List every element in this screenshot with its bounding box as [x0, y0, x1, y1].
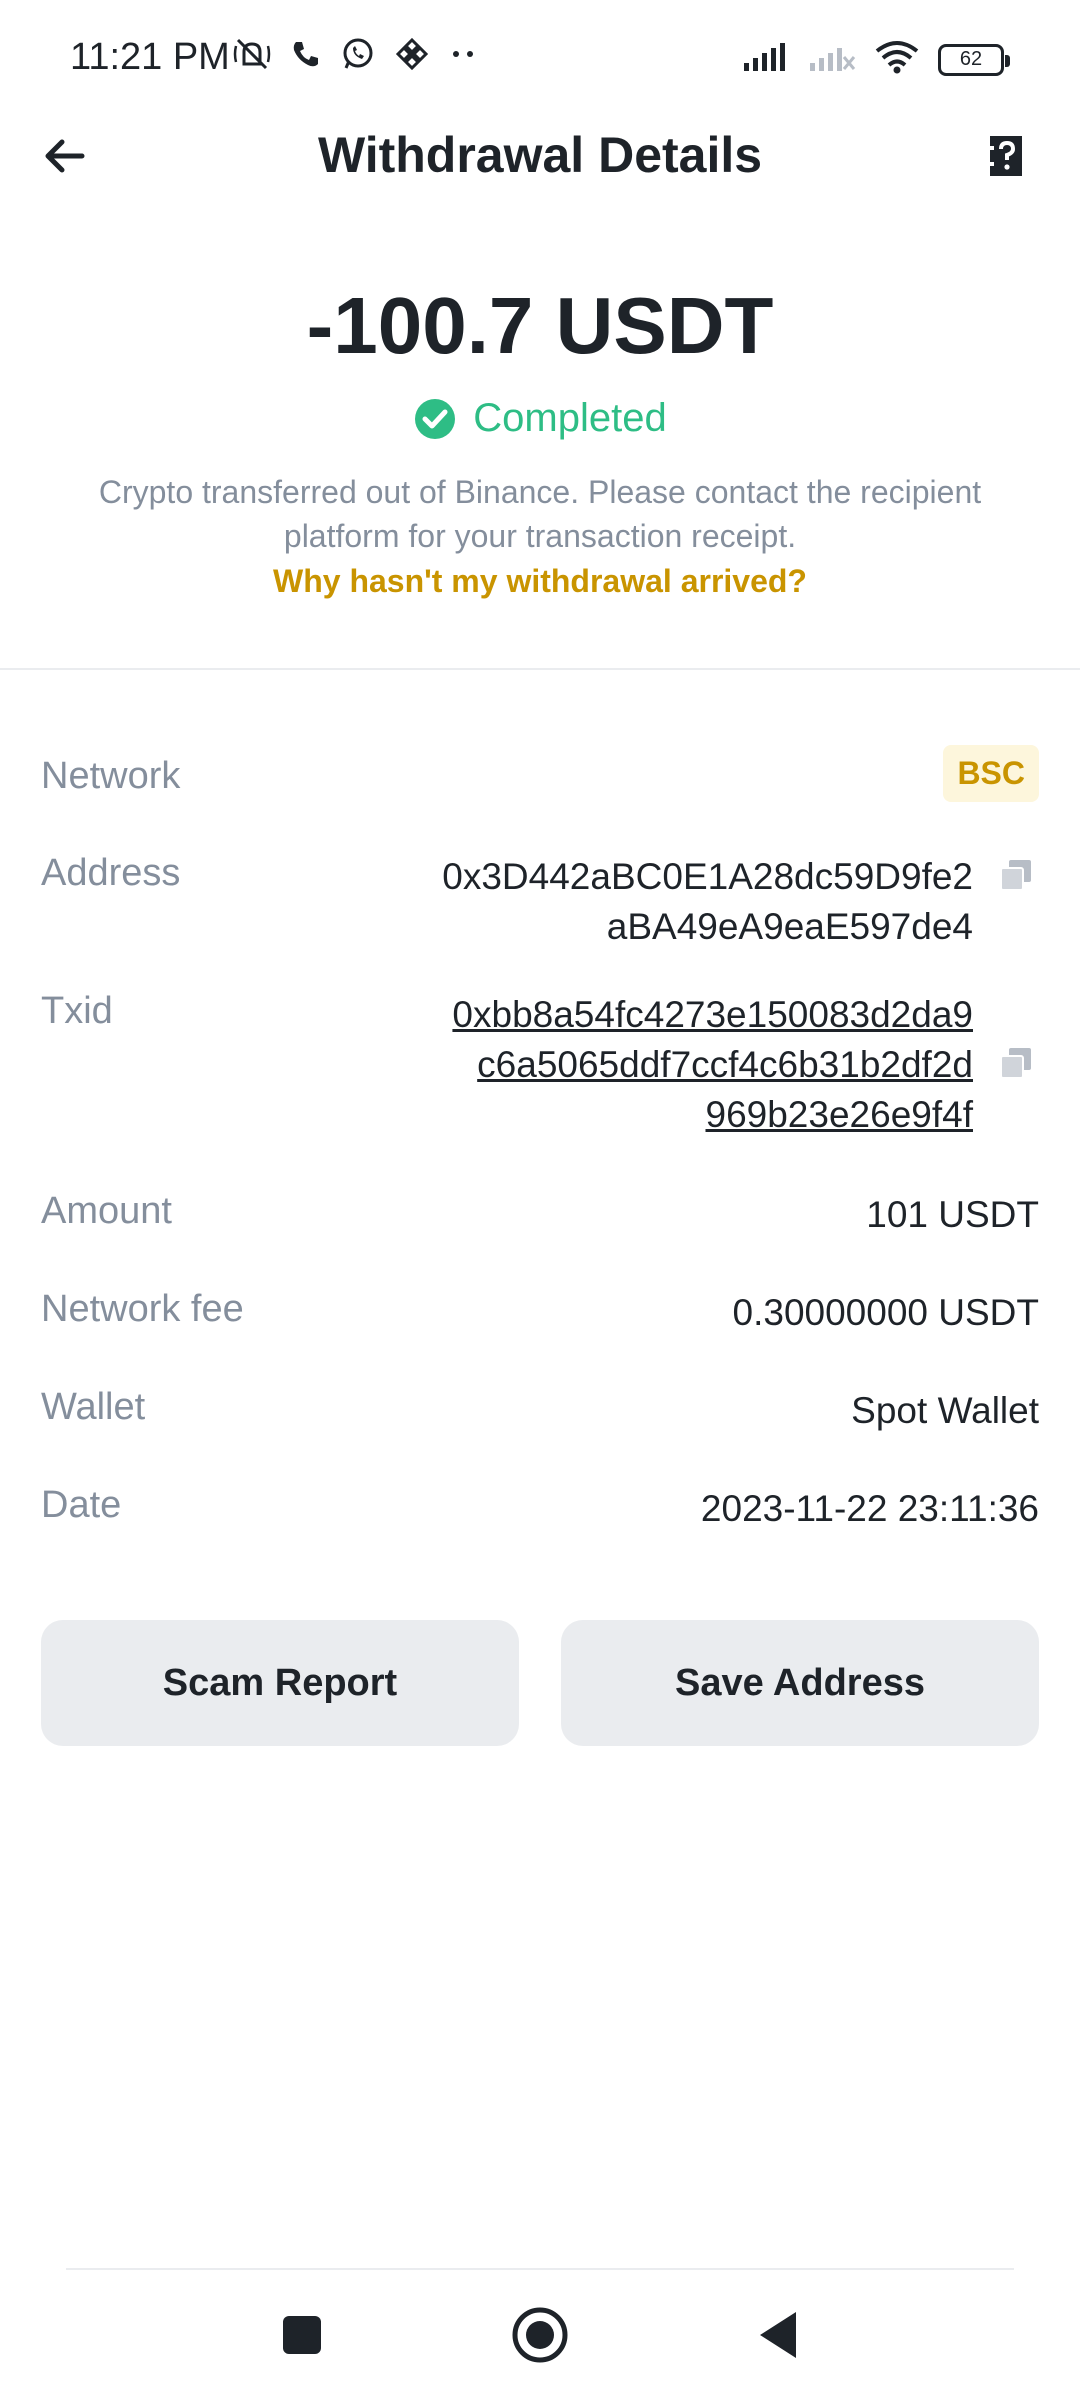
txid-line-1: 0xbb8a54fc4273e150083d2da9	[452, 994, 973, 1035]
home-icon	[512, 2307, 568, 2363]
date-row: Date 2023-11-22 23:11:36	[41, 1484, 1039, 1544]
more-dots-icon	[448, 44, 478, 64]
mute-icon	[232, 36, 272, 72]
home-button[interactable]	[500, 2300, 580, 2370]
scam-report-button[interactable]: Scam Report	[41, 1620, 519, 1746]
amount-row: Amount 101 USDT	[41, 1190, 1039, 1250]
withdrawal-amount: -100.7 USDT	[306, 281, 774, 370]
network-badge: BSC	[943, 745, 1039, 802]
help-document-icon	[990, 136, 1022, 176]
wifi-icon	[874, 40, 920, 79]
network-fee-row: Network fee 0.30000000 USDT	[41, 1288, 1039, 1348]
nav-divider	[66, 2268, 1014, 2270]
network-row: Network BSC	[41, 745, 1039, 815]
copy-address-icon[interactable]	[999, 858, 1033, 892]
amount-value: 101 USDT	[866, 1194, 1039, 1235]
amount-label: Amount	[41, 1190, 172, 1232]
txid-line-2: c6a5065ddf7ccf4c6b31b2df2d	[477, 1044, 973, 1085]
header: Withdrawal Details	[0, 118, 1080, 268]
whatsapp-icon	[340, 36, 376, 72]
address-line-2: aBA49eA9eaE597de4	[606, 906, 973, 947]
page-title: Withdrawal Details	[317, 127, 763, 183]
help-button[interactable]	[976, 126, 1036, 186]
date-value: 2023-11-22 23:11:36	[700, 1488, 1039, 1529]
status-bar: 11:21 PM 62	[0, 0, 1080, 118]
address-row: Address 0x3D442aBC0E1A28dc59D9fe2 aBA49e…	[41, 852, 1039, 962]
signal-icon	[742, 41, 790, 78]
recent-apps-icon	[283, 2316, 321, 2354]
status-line: Completed	[0, 396, 1080, 441]
back-nav-button[interactable]	[738, 2300, 818, 2370]
withdrawal-help-link[interactable]: Why hasn't my withdrawal arrived?	[0, 563, 1080, 600]
network-label: Network	[41, 755, 181, 797]
save-address-button[interactable]: Save Address	[561, 1620, 1039, 1746]
divider	[0, 668, 1080, 670]
copy-txid-icon[interactable]	[999, 1046, 1033, 1080]
txid-line-3: 969b23e26e9f4f	[705, 1094, 974, 1135]
txid-row: Txid 0xbb8a54fc4273e150083d2da9 c6a5065d…	[41, 990, 1039, 1150]
txid-label: Txid	[41, 990, 113, 1032]
signal-off-icon	[808, 41, 856, 78]
recent-apps-button[interactable]	[262, 2300, 342, 2370]
network-fee-label: Network fee	[41, 1288, 244, 1330]
wallet-label: Wallet	[41, 1386, 146, 1428]
status-time: 11:21 PM	[70, 36, 230, 78]
wallet-row: Wallet Spot Wallet	[41, 1386, 1039, 1446]
txid-link[interactable]: 0xbb8a54fc4273e150083d2da9 c6a5065ddf7cc…	[452, 990, 973, 1140]
system-status-icons: 62	[742, 40, 1010, 79]
check-circle-icon	[415, 398, 456, 439]
address-line-1: 0x3D442aBC0E1A28dc59D9fe2	[442, 856, 973, 897]
binance-icon	[394, 36, 430, 72]
withdrawal-details-screen: 11:21 PM 62 Withdrawal Details -100.7 US…	[0, 0, 1080, 2400]
phone-icon	[290, 38, 322, 70]
status-text: Completed	[473, 396, 667, 440]
info-text: Crypto transferred out of Binance. Pleas…	[98, 474, 982, 554]
network-fee-value: 0.30000000 USDT	[732, 1292, 1039, 1333]
battery-icon: 62	[938, 43, 1010, 76]
address-label: Address	[41, 852, 181, 894]
wallet-value: Spot Wallet	[851, 1390, 1039, 1431]
address-value: 0x3D442aBC0E1A28dc59D9fe2 aBA49eA9eaE597…	[442, 852, 973, 952]
date-label: Date	[41, 1484, 122, 1526]
system-nav-bar	[0, 2300, 1080, 2370]
notification-icons	[232, 36, 478, 72]
back-icon	[760, 2312, 796, 2358]
